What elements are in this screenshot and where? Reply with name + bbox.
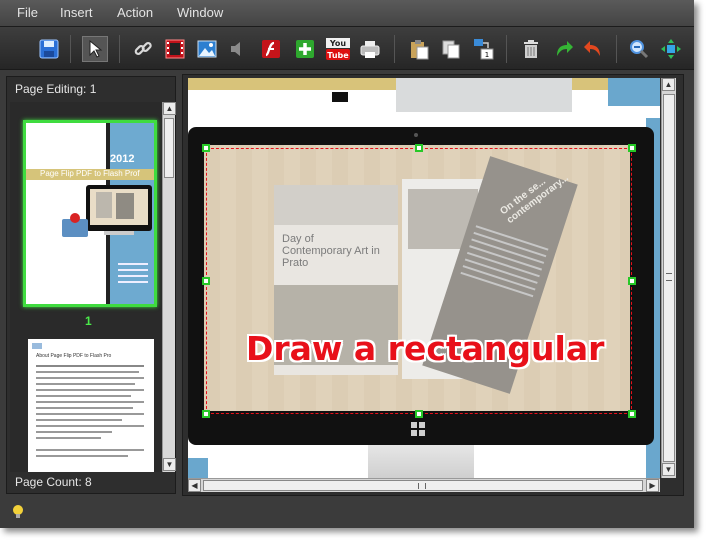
print-icon[interactable] xyxy=(357,36,383,62)
canvas-horizontal-scrollbar[interactable]: ◀ ▶ xyxy=(188,478,660,492)
page-editor: Day of Contemporary Art in Prato On the … xyxy=(182,74,684,496)
thumb1-year: 2012 xyxy=(110,153,135,165)
menu-action[interactable]: Action xyxy=(117,5,153,20)
scroll-down-arrow[interactable]: ▼ xyxy=(662,463,675,476)
scroll-thumb[interactable] xyxy=(203,480,643,491)
youtube-icon[interactable]: You Tube xyxy=(324,36,352,62)
scroll-up-arrow[interactable]: ▲ xyxy=(662,78,675,91)
canvas-vertical-scrollbar[interactable]: ▲ ▼ xyxy=(661,78,676,478)
page-header-dark-block xyxy=(332,92,348,102)
thumb1-title-bar: Page Flip PDF to Flash Prof xyxy=(26,169,154,180)
selection-rectangle[interactable] xyxy=(206,148,632,414)
toolbar-separator xyxy=(506,35,507,63)
page-thumbnails-panel: Page Editing: 1 2012 Page Flip PDF to Fl… xyxy=(6,76,176,494)
delete-icon[interactable] xyxy=(518,36,544,62)
link-icon[interactable] xyxy=(130,36,156,62)
image-icon[interactable] xyxy=(194,36,220,62)
page-header-grey-block xyxy=(396,78,572,112)
thumb1-monitor xyxy=(86,185,152,231)
scroll-thumb[interactable] xyxy=(663,94,675,462)
windows-logo-icon xyxy=(410,421,426,437)
page-left-blue-corner xyxy=(188,458,208,478)
monitor-camera xyxy=(414,133,418,137)
thumb2-heading: About Page Flip PDF to Flash Pro xyxy=(36,353,112,359)
menu-insert[interactable]: Insert xyxy=(60,5,93,20)
audio-icon[interactable] xyxy=(224,36,250,62)
resize-handle-left[interactable] xyxy=(202,277,210,285)
page-number-1: 1 xyxy=(85,314,92,328)
lightbulb-icon[interactable] xyxy=(12,504,24,520)
scroll-up-arrow[interactable]: ▲ xyxy=(163,102,176,115)
svg-text:You: You xyxy=(329,39,347,48)
page-thumbnail-2[interactable]: About Page Flip PDF to Flash Pro xyxy=(28,339,154,472)
application-window: File Insert Action Window You Tube 1 Pag… xyxy=(0,0,694,528)
thumbnail-list[interactable]: 2012 Page Flip PDF to Flash Prof 1 About… xyxy=(10,102,162,472)
resize-handle-bottom-left[interactable] xyxy=(202,410,210,418)
menu-window[interactable]: Window xyxy=(177,5,223,20)
scroll-left-arrow[interactable]: ◀ xyxy=(188,479,201,492)
scroll-down-arrow[interactable]: ▼ xyxy=(163,458,176,471)
resize-handle-right[interactable] xyxy=(628,277,636,285)
svg-text:Tube: Tube xyxy=(327,51,349,60)
page-count-label: Page Count: 8 xyxy=(15,475,92,489)
monitor-stand xyxy=(368,445,474,478)
thumb2-text-lines xyxy=(36,365,144,461)
resize-handle-top-right[interactable] xyxy=(628,144,636,152)
resize-handle-bottom-right[interactable] xyxy=(628,410,636,418)
save-icon[interactable] xyxy=(36,36,62,62)
add-icon[interactable] xyxy=(292,36,318,62)
redo-icon[interactable] xyxy=(550,36,576,62)
status-bar xyxy=(0,498,694,528)
menu-bar: File Insert Action Window xyxy=(0,0,694,26)
page-thumbnail-1[interactable]: 2012 Page Flip PDF to Flash Prof xyxy=(23,120,157,307)
copy-icon[interactable] xyxy=(438,36,464,62)
toolbar-separator xyxy=(616,35,617,63)
toolbar: You Tube 1 xyxy=(0,26,694,70)
toolbar-separator xyxy=(70,35,71,63)
svg-text:1: 1 xyxy=(485,51,489,59)
paste-icon[interactable] xyxy=(406,36,432,62)
scroll-thumb[interactable] xyxy=(164,118,174,178)
thumbnail-scrollbar[interactable]: ▲ ▼ xyxy=(162,102,176,472)
fit-icon[interactable] xyxy=(658,36,684,62)
edit-canvas[interactable]: Day of Contemporary Art in Prato On the … xyxy=(188,78,660,478)
resize-handle-bottom[interactable] xyxy=(415,410,423,418)
flash-icon[interactable] xyxy=(258,36,284,62)
page-editing-label: Page Editing: 1 xyxy=(15,82,97,96)
page-header-blue-band xyxy=(608,78,660,106)
select-pointer-icon[interactable] xyxy=(82,36,108,62)
zoom-out-icon[interactable] xyxy=(626,36,652,62)
apply-to-page-icon[interactable]: 1 xyxy=(470,36,496,62)
resize-handle-top-left[interactable] xyxy=(202,144,210,152)
scroll-right-arrow[interactable]: ▶ xyxy=(646,479,659,492)
video-icon[interactable] xyxy=(162,36,188,62)
undo-icon[interactable] xyxy=(581,36,607,62)
resize-handle-top[interactable] xyxy=(415,144,423,152)
toolbar-separator xyxy=(119,35,120,63)
draw-rectangle-caption: Draw a rectangular xyxy=(246,329,605,368)
toolbar-separator xyxy=(394,35,395,63)
thumb1-title: Page Flip PDF to Flash Prof xyxy=(40,169,140,178)
menu-file[interactable]: File xyxy=(17,5,38,20)
